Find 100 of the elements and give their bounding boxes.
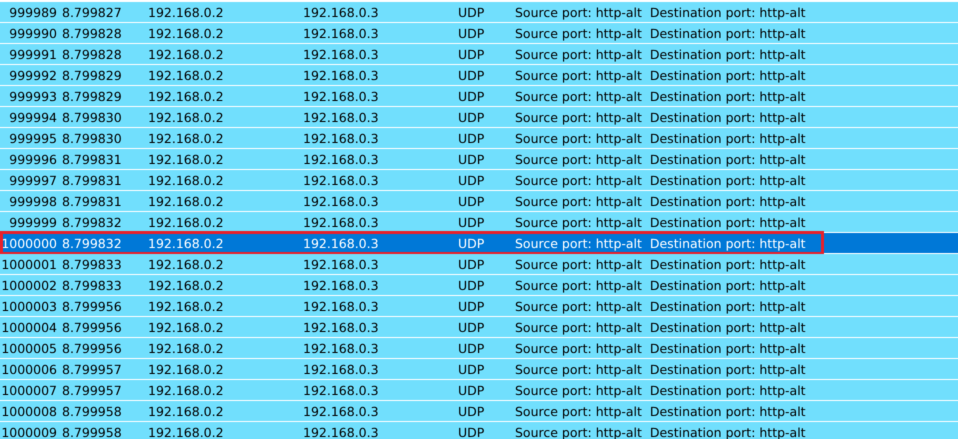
table-cell-text: 999991 <box>8 46 57 62</box>
table-cell: Source port: http-alt Destination port: http-alt <box>515 110 806 124</box>
table-cell-text: 999994 <box>8 110 57 124</box>
table-cell-text: 8.799831 <box>62 172 123 188</box>
table-cell: 1000000 <box>0 236 57 250</box>
table-cell-text: 192.168.0.3 <box>303 194 380 208</box>
table-cell-text: UDP <box>458 130 486 146</box>
packet-row[interactable]: 1000006 8.799957 192.168.0.2 192.168.0.3 UDP Source port: http-alt Destination port: http-alt <box>0 359 958 379</box>
table-cell-text: 192.168.0.3 <box>303 130 380 146</box>
table-cell-text: 192.168.0.2 <box>148 194 225 208</box>
table-cell-text: 8.799833 <box>62 256 123 272</box>
packet-row[interactable]: 999993 8.799829 192.168.0.2 192.168.0.3 UDP Source port: http-alt Destination port: http-alt <box>0 86 958 106</box>
table-cell-text: UDP <box>458 382 486 398</box>
table-cell-text: UDP <box>458 88 486 104</box>
table-cell-text: 192.168.0.3 <box>303 68 380 82</box>
table-cell-text: 192.168.0.3 <box>303 26 380 40</box>
packet-row[interactable]: 999992 8.799829 192.168.0.2 192.168.0.3 UDP Source port: http-alt Destination port: http-alt <box>0 65 958 85</box>
table-cell-text: 8.799831 <box>62 194 123 208</box>
table-cell: Source port: http-alt Destination port: http-alt <box>515 68 806 82</box>
table-cell-text: UDP <box>458 172 486 188</box>
table-cell: Source port: http-alt Destination port: http-alt <box>515 4 806 20</box>
table-cell-text: UDP <box>458 278 486 292</box>
packet-row[interactable]: 1000008 8.799958 192.168.0.2 192.168.0.3 UDP Source port: http-alt Destination port: http-alt <box>0 401 958 421</box>
table-cell-text: 192.168.0.3 <box>303 46 380 62</box>
table-cell-text: UDP <box>458 110 486 124</box>
table-cell-text: 8.799828 <box>62 46 123 62</box>
packet-row[interactable]: 1000004 8.799956 192.168.0.2 192.168.0.3 UDP Source port: http-alt Destination port: http-alt <box>0 317 958 337</box>
table-cell: Source port: http-alt Destination port: http-alt <box>515 278 806 292</box>
table-cell: Source port: http-alt Destination port: http-alt <box>515 424 806 439</box>
table-cell: Source port: http-alt Destination port: http-alt <box>515 152 806 166</box>
table-cell-text: 192.168.0.3 <box>303 152 380 166</box>
packet-row[interactable]: 1000000 8.799832 192.168.0.2 192.168.0.3 UDP Source port: http-alt Destination port: http-alt <box>0 233 958 253</box>
table-cell-text: 999996 <box>8 152 57 166</box>
table-cell-text: 192.168.0.3 <box>303 404 380 418</box>
table-cell-text: 192.168.0.2 <box>148 298 225 314</box>
table-cell: 1000008 <box>0 404 57 418</box>
table-cell-text: UDP <box>458 4 486 20</box>
packet-row[interactable]: 1000005 8.799956 192.168.0.2 192.168.0.3 UDP Source port: http-alt Destination port: http-alt <box>0 338 958 358</box>
table-cell: 1000007 <box>0 382 57 398</box>
table-cell-text: 192.168.0.2 <box>148 340 225 356</box>
table-cell-text: 999997 <box>8 172 57 188</box>
table-cell-text: UDP <box>458 236 486 250</box>
table-cell: 1000004 <box>0 320 57 334</box>
table-cell-text: 8.799831 <box>62 152 123 166</box>
table-cell-text: 8.799832 <box>62 214 123 230</box>
packet-row[interactable]: 1000003 8.799956 192.168.0.2 192.168.0.3 UDP Source port: http-alt Destination port: http-alt <box>0 296 958 316</box>
table-cell-text: 192.168.0.2 <box>148 172 225 188</box>
packet-row[interactable]: 1000007 8.799957 192.168.0.2 192.168.0.3 UDP Source port: http-alt Destination port: http-alt <box>0 380 958 400</box>
table-cell-text: UDP <box>458 256 486 272</box>
table-cell-text: 192.168.0.2 <box>148 256 225 272</box>
packet-row[interactable]: 999989 8.799827 192.168.0.2 192.168.0.3 UDP Source port: http-alt Destination port: http-alt <box>0 2 958 22</box>
table-cell: Source port: http-alt Destination port: http-alt <box>515 404 806 418</box>
table-cell-text: 999995 <box>8 130 57 146</box>
table-cell: Source port: http-alt Destination port: http-alt <box>515 214 806 230</box>
table-cell-text: 8.799830 <box>62 110 123 124</box>
table-cell-text: 192.168.0.2 <box>148 4 225 20</box>
table-cell-text: 999990 <box>8 26 57 40</box>
table-cell: Source port: http-alt Destination port: http-alt <box>515 236 806 250</box>
table-cell-text: 192.168.0.2 <box>148 214 225 230</box>
packet-row[interactable]: 999994 8.799830 192.168.0.2 192.168.0.3 UDP Source port: http-alt Destination port: http-alt <box>0 107 958 127</box>
table-cell: Source port: http-alt Destination port: http-alt <box>515 172 806 188</box>
table-cell: Source port: http-alt Destination port: http-alt <box>515 340 806 356</box>
table-cell-text: UDP <box>458 26 486 40</box>
packet-row[interactable]: 1000001 8.799833 192.168.0.2 192.168.0.3 UDP Source port: http-alt Destination port: http-alt <box>0 254 958 274</box>
packet-row[interactable]: 999999 8.799832 192.168.0.2 192.168.0.3 UDP Source port: http-alt Destination port: http-alt <box>0 212 958 232</box>
packet-row[interactable]: 1000002 8.799833 192.168.0.2 192.168.0.3 UDP Source port: http-alt Destination port: http-alt <box>0 275 958 295</box>
table-cell-text: 192.168.0.3 <box>303 110 380 124</box>
table-cell-text: UDP <box>458 298 486 314</box>
table-cell-text: UDP <box>458 214 486 230</box>
packet-row[interactable]: 999995 8.799830 192.168.0.2 192.168.0.3 UDP Source port: http-alt Destination port: http-alt <box>0 128 958 148</box>
table-cell-text: 8.799957 <box>62 362 123 376</box>
table-cell-text: 192.168.0.2 <box>148 68 225 82</box>
table-cell: Source port: http-alt Destination port: http-alt <box>515 298 806 314</box>
table-cell-text: UDP <box>458 340 486 356</box>
table-cell-text: UDP <box>458 320 486 334</box>
table-cell-text: 8.799828 <box>62 26 123 40</box>
table-cell-text: 192.168.0.3 <box>303 340 380 356</box>
packet-row[interactable]: 999996 8.799831 192.168.0.2 192.168.0.3 UDP Source port: http-alt Destination port: http-alt <box>0 149 958 169</box>
table-cell-text: 8.799829 <box>62 68 123 82</box>
table-cell-text: 8.799830 <box>62 130 123 146</box>
table-cell-text: UDP <box>458 194 486 208</box>
table-cell: 1000002 <box>0 278 57 292</box>
packet-row[interactable]: 999997 8.799831 192.168.0.2 192.168.0.3 UDP Source port: http-alt Destination port: http-alt <box>0 170 958 190</box>
table-cell-text: 8.799956 <box>62 320 123 334</box>
table-cell-text: UDP <box>458 424 486 439</box>
table-cell-text: UDP <box>458 152 486 166</box>
table-cell-text: 999992 <box>8 68 57 82</box>
table-cell: 1000001 <box>0 256 57 272</box>
table-cell-text: 999999 <box>8 214 57 230</box>
packet-row[interactable]: 999990 8.799828 192.168.0.2 192.168.0.3 UDP Source port: http-alt Destination port: http-alt <box>0 23 958 43</box>
table-cell-text: 192.168.0.2 <box>148 382 225 398</box>
table-cell-text: 192.168.0.2 <box>148 152 225 166</box>
table-cell-text: 192.168.0.2 <box>148 404 225 418</box>
table-cell-text: 8.799958 <box>62 404 123 418</box>
table-cell-text: 192.168.0.2 <box>148 88 225 104</box>
packet-row[interactable]: 1000009 8.799958 192.168.0.2 192.168.0.3 UDP Source port: http-alt Destination port: http-alt <box>0 422 958 439</box>
packet-row[interactable]: 999998 8.799831 192.168.0.2 192.168.0.3 UDP Source port: http-alt Destination port: http-alt <box>0 191 958 211</box>
table-cell-text: 192.168.0.3 <box>303 214 380 230</box>
table-cell-text: 192.168.0.2 <box>148 320 225 334</box>
packet-row[interactable]: 999991 8.799828 192.168.0.2 192.168.0.3 UDP Source port: http-alt Destination port: http-alt <box>0 44 958 64</box>
